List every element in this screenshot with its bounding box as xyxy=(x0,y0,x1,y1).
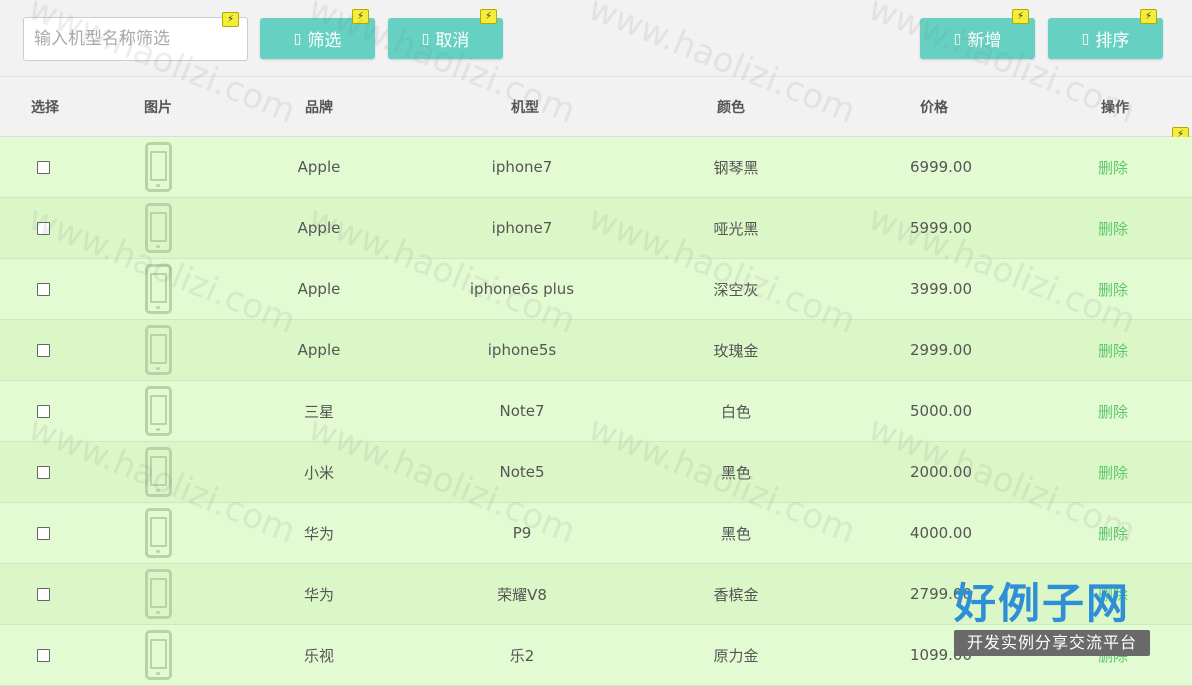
cancel-button-label: 取消 xyxy=(435,31,470,51)
cell-brand: 三星 xyxy=(303,402,334,421)
cell-brand: 华为 xyxy=(303,524,334,543)
bolt-icon: ⚡ xyxy=(352,9,369,24)
cell-model: iphone7 xyxy=(491,158,553,176)
table-row: Apple iphone7 哑光黑 5999.00 删除 xyxy=(0,198,1192,259)
table-row: 华为 P9 黑色 4000.00 删除 xyxy=(0,503,1192,564)
logo-title: 好例子网 xyxy=(954,579,1131,628)
cell-brand: 华为 xyxy=(303,585,334,604)
cell-model: Note7 xyxy=(499,402,545,420)
bolt-icon: ⚡ xyxy=(480,9,497,24)
phone-icon xyxy=(144,325,172,375)
sort-button-label: 排序 xyxy=(1095,31,1130,51)
bolt-icon: ⚡ xyxy=(1140,9,1157,24)
model-search-input[interactable] xyxy=(23,17,248,61)
header-model: 机型 xyxy=(511,99,539,116)
phone-icon xyxy=(144,203,172,253)
cell-price: 2000.00 xyxy=(909,463,973,481)
row-select-checkbox[interactable] xyxy=(36,343,50,357)
header-select: 选择 xyxy=(31,99,59,116)
table-row: Apple iphone7 钢琴黑 6999.00 删除 xyxy=(0,137,1192,198)
table-row: Apple iphone5s 玫瑰金 2999.00 删除 xyxy=(0,320,1192,381)
row-select-checkbox[interactable] xyxy=(36,526,50,540)
site-logo: 好例子网 开发实例分享交流平台 xyxy=(954,578,1150,658)
cancel-icon: ▯ xyxy=(421,30,430,47)
row-select-checkbox[interactable] xyxy=(36,221,50,235)
cell-brand: Apple xyxy=(297,341,341,359)
row-select-checkbox[interactable] xyxy=(36,587,50,601)
phone-icon xyxy=(144,447,172,497)
cell-brand: Apple xyxy=(297,280,341,298)
delete-link[interactable]: 删除 xyxy=(1098,523,1128,544)
sort-icon: ▯ xyxy=(1081,30,1090,47)
cell-color: 原力金 xyxy=(713,646,759,665)
delete-link[interactable]: 删除 xyxy=(1098,157,1128,178)
phone-icon xyxy=(144,569,172,619)
cell-color: 黑色 xyxy=(720,524,751,543)
cell-price: 5999.00 xyxy=(909,219,973,237)
cell-model: Note5 xyxy=(499,463,545,481)
row-select-checkbox[interactable] xyxy=(36,282,50,296)
cell-model: 荣耀V8 xyxy=(497,585,547,604)
delete-link[interactable]: 删除 xyxy=(1098,462,1128,483)
header-brand: 品牌 xyxy=(305,99,333,116)
row-select-checkbox[interactable] xyxy=(36,404,50,418)
cell-color: 哑光黑 xyxy=(713,219,759,238)
phone-icon xyxy=(144,386,172,436)
cell-color: 黑色 xyxy=(720,463,751,482)
table-row: 小米 Note5 黑色 2000.00 删除 xyxy=(0,442,1192,503)
cell-color: 钢琴黑 xyxy=(713,158,759,177)
cell-price: 3999.00 xyxy=(909,280,973,298)
cell-price: 2999.00 xyxy=(909,341,973,359)
header-color: 颜色 xyxy=(717,99,745,116)
filter-icon: ▯ xyxy=(293,30,302,47)
table-row: Apple iphone6s plus 深空灰 3999.00 删除 xyxy=(0,259,1192,320)
bolt-icon: ⚡ xyxy=(1012,9,1029,24)
header-price: 价格 xyxy=(920,99,948,116)
filter-button[interactable]: ▯ 筛选 xyxy=(260,18,375,59)
cell-color: 白色 xyxy=(720,402,751,421)
cell-model: iphone7 xyxy=(491,219,553,237)
phone-icon xyxy=(144,142,172,192)
cell-model: iphone5s xyxy=(487,341,557,359)
logo-subtitle: 开发实例分享交流平台 xyxy=(954,630,1150,656)
cell-model: iphone6s plus xyxy=(469,280,575,298)
header-image: 图片 xyxy=(144,99,172,116)
table-row: 三星 Note7 白色 5000.00 删除 xyxy=(0,381,1192,442)
add-button[interactable]: ▯ 新增 xyxy=(920,18,1035,59)
row-select-checkbox[interactable] xyxy=(36,648,50,662)
cell-brand: 小米 xyxy=(303,463,334,482)
cell-brand: Apple xyxy=(297,158,341,176)
cell-color: 深空灰 xyxy=(713,280,759,299)
cell-price: 4000.00 xyxy=(909,524,973,542)
add-button-label: 新增 xyxy=(967,31,1002,51)
phone-icon xyxy=(144,630,172,680)
bolt-icon: ⚡ xyxy=(222,12,239,27)
cell-price: 6999.00 xyxy=(909,158,973,176)
delete-link[interactable]: 删除 xyxy=(1098,401,1128,422)
sort-button[interactable]: ▯ 排序 xyxy=(1048,18,1163,59)
cell-price: 5000.00 xyxy=(909,402,973,420)
toolbar: ⚡ ▯ 筛选 ⚡ ▯ 取消 ⚡ ▯ 新增 ⚡ ▯ 排序 ⚡ xyxy=(0,0,1192,77)
cell-model: 乐2 xyxy=(509,646,535,665)
table-header: 选择 图片 品牌 机型 颜色 价格 操作 xyxy=(0,77,1192,137)
cell-color: 玫瑰金 xyxy=(713,341,759,360)
row-select-checkbox[interactable] xyxy=(36,465,50,479)
phone-icon xyxy=(144,508,172,558)
delete-link[interactable]: 删除 xyxy=(1098,340,1128,361)
cell-color: 香槟金 xyxy=(713,585,759,604)
row-select-checkbox[interactable] xyxy=(36,160,50,174)
cell-brand: Apple xyxy=(297,219,341,237)
filter-button-label: 筛选 xyxy=(307,31,342,51)
phone-icon xyxy=(144,264,172,314)
cancel-button[interactable]: ▯ 取消 xyxy=(388,18,503,59)
cell-model: P9 xyxy=(512,524,532,542)
delete-link[interactable]: 删除 xyxy=(1098,279,1128,300)
delete-link[interactable]: 删除 xyxy=(1098,218,1128,239)
add-icon: ▯ xyxy=(953,30,962,47)
header-action: 操作 xyxy=(1101,99,1129,116)
cell-brand: 乐视 xyxy=(303,646,334,665)
